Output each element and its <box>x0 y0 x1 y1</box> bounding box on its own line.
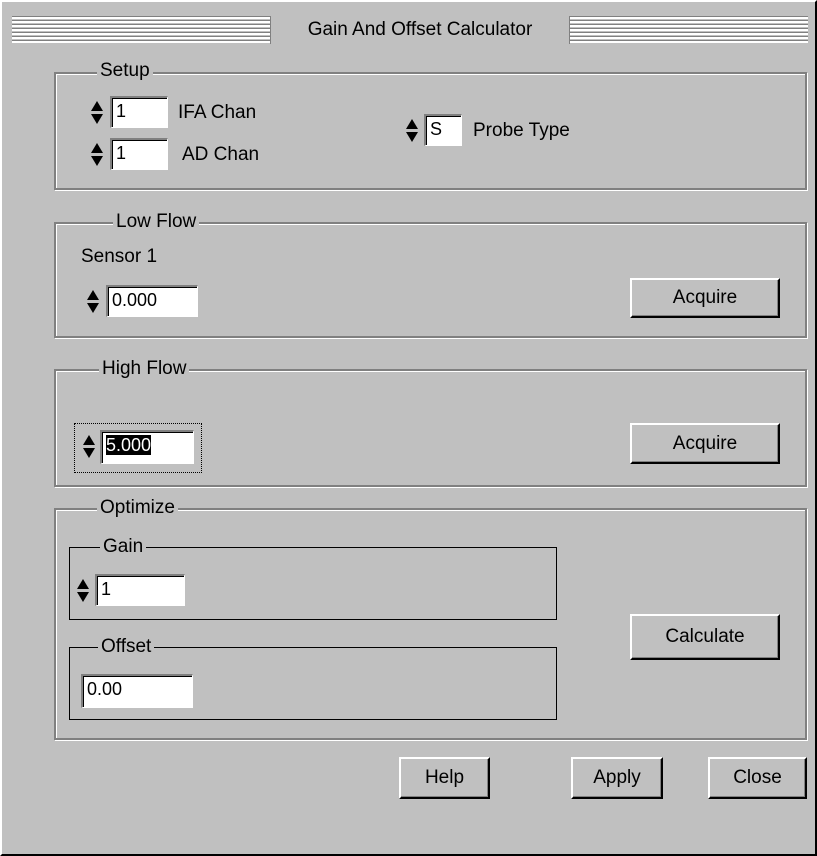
high-flow-value: 5.000 <box>106 435 152 455</box>
high-flow-acquire-button[interactable]: Acquire <box>630 423 780 464</box>
spin-down-icon[interactable] <box>406 132 418 142</box>
spin-up-icon[interactable] <box>91 143 103 153</box>
spin-up-icon[interactable] <box>83 435 95 445</box>
high-flow-field[interactable]: 5.000 <box>100 430 194 464</box>
spin-down-icon[interactable] <box>83 448 95 458</box>
dialog-window: Gain And Offset Calculator Setup 1 IFA C… <box>0 0 817 856</box>
low-flow-field[interactable]: 0.000 <box>106 285 198 317</box>
calculate-button[interactable]: Calculate <box>630 614 780 660</box>
spin-down-icon[interactable] <box>77 592 89 602</box>
gain-field[interactable]: 1 <box>95 574 185 606</box>
low-flow-acquire-button[interactable]: Acquire <box>630 278 780 318</box>
ifa-chan-spinner[interactable] <box>90 98 104 128</box>
window-title: Gain And Offset Calculator <box>270 16 570 44</box>
sensor-label: Sensor 1 <box>81 246 158 267</box>
probe-type-label: Probe Type <box>473 120 570 141</box>
close-button[interactable]: Close <box>708 757 807 799</box>
apply-button[interactable]: Apply <box>571 757 663 799</box>
ifa-chan-field[interactable]: 1 <box>110 96 168 128</box>
probe-type-field[interactable]: S <box>424 114 462 146</box>
probe-type-spinner[interactable] <box>405 116 419 146</box>
spin-up-icon[interactable] <box>77 579 89 589</box>
low-flow-spinner[interactable] <box>86 287 100 317</box>
spin-down-icon[interactable] <box>91 156 103 166</box>
spin-up-icon[interactable] <box>87 290 99 300</box>
spin-up-icon[interactable] <box>91 101 103 111</box>
high-flow-legend: High Flow <box>99 358 190 380</box>
spin-down-icon[interactable] <box>87 303 99 313</box>
setup-legend: Setup <box>97 60 153 82</box>
help-button[interactable]: Help <box>399 757 490 799</box>
gain-legend: Gain <box>100 536 147 558</box>
offset-legend: Offset <box>98 636 155 658</box>
ad-chan-spinner[interactable] <box>90 140 104 170</box>
ifa-chan-label: IFA Chan <box>178 102 257 123</box>
spin-down-icon[interactable] <box>91 114 103 124</box>
optimize-legend: Optimize <box>97 497 178 519</box>
low-flow-legend: Low Flow <box>113 211 200 233</box>
ad-chan-field[interactable]: 1 <box>110 138 168 170</box>
spin-up-icon[interactable] <box>406 119 418 129</box>
gain-spinner[interactable] <box>76 576 90 606</box>
high-flow-spinner[interactable] <box>82 432 96 462</box>
ad-chan-label: AD Chan <box>182 144 260 165</box>
offset-field[interactable]: 0.00 <box>81 674 193 708</box>
